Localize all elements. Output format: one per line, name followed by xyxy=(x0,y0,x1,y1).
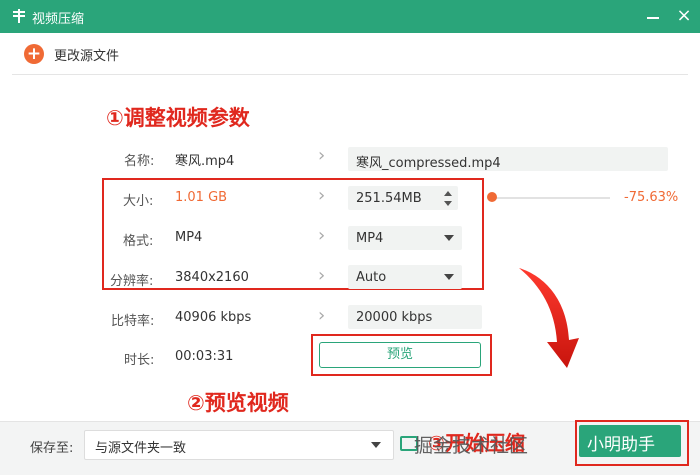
preview-button[interactable]: 预览 xyxy=(319,342,481,368)
dropdown-icon xyxy=(444,235,454,241)
save-location-select[interactable]: 与源文件夹一致 xyxy=(84,430,394,460)
source-name-value: 寒风.mp4 xyxy=(175,154,235,169)
stepper-up-icon[interactable] xyxy=(444,191,452,196)
output-format-value: MP4 xyxy=(356,231,384,246)
name-label: 名称: xyxy=(124,154,155,169)
chevron-right-icon: › xyxy=(318,265,326,286)
source-format-value: MP4 xyxy=(175,230,203,245)
add-icon: + xyxy=(24,44,44,64)
close-button[interactable]: × xyxy=(674,6,694,26)
duration-label: 时长: xyxy=(124,353,155,368)
dropdown-icon xyxy=(444,274,454,280)
source-bitrate-value: 40906 kbps xyxy=(175,310,252,325)
duration-value: 00:03:31 xyxy=(175,349,234,364)
red-arrow xyxy=(519,268,579,368)
output-format-select[interactable]: MP4 xyxy=(348,226,462,250)
divider xyxy=(12,74,688,75)
output-name-value: 寒风_compressed.mp4 xyxy=(356,156,501,171)
size-slider-thumb[interactable] xyxy=(487,192,497,202)
source-size-value: 1.01 GB xyxy=(175,190,228,205)
output-bitrate-value: 20000 kbps xyxy=(356,310,433,325)
source-resolution-value: 3840x2160 xyxy=(175,270,249,285)
size-label: 大小: xyxy=(123,194,154,209)
annotation-adjust-params: ①调整视频参数 xyxy=(106,106,250,130)
save-to-label: 保存至: xyxy=(30,441,74,456)
size-reduction-percent: -75.63% xyxy=(624,190,679,205)
output-name-field[interactable]: 寒风_compressed.mp4 xyxy=(348,147,668,171)
resolution-label: 分辨率: xyxy=(110,274,154,289)
chevron-right-icon: › xyxy=(318,145,326,166)
annotation-preview-video: ②预览视频 xyxy=(187,391,289,415)
output-bitrate-field[interactable]: 20000 kbps xyxy=(348,305,482,329)
chevron-right-icon: › xyxy=(318,225,326,246)
minimize-button[interactable] xyxy=(644,6,664,26)
output-size-stepper[interactable]: 251.54MB xyxy=(348,186,458,210)
change-source-label: 更改源文件 xyxy=(54,49,120,64)
close-icon: × xyxy=(676,5,692,26)
size-slider-track[interactable] xyxy=(493,197,610,199)
watermark-text: 掘金技术社区 xyxy=(414,435,529,457)
dropdown-icon xyxy=(371,442,381,448)
chevron-right-icon: › xyxy=(318,185,326,206)
format-label: 格式: xyxy=(123,234,154,249)
bitrate-label: 比特率: xyxy=(111,314,155,329)
output-size-value: 251.54MB xyxy=(356,191,422,206)
output-resolution-value: Auto xyxy=(356,270,387,285)
save-location-value: 与源文件夹一致 xyxy=(95,441,187,456)
title-bar xyxy=(0,0,700,33)
window-title: 视频压缩 xyxy=(32,12,85,27)
app-icon xyxy=(13,9,25,23)
chevron-right-icon: › xyxy=(318,305,326,326)
stepper-down-icon[interactable] xyxy=(444,201,452,206)
annotation-box-start xyxy=(575,420,689,466)
output-resolution-select[interactable]: Auto xyxy=(348,265,462,289)
